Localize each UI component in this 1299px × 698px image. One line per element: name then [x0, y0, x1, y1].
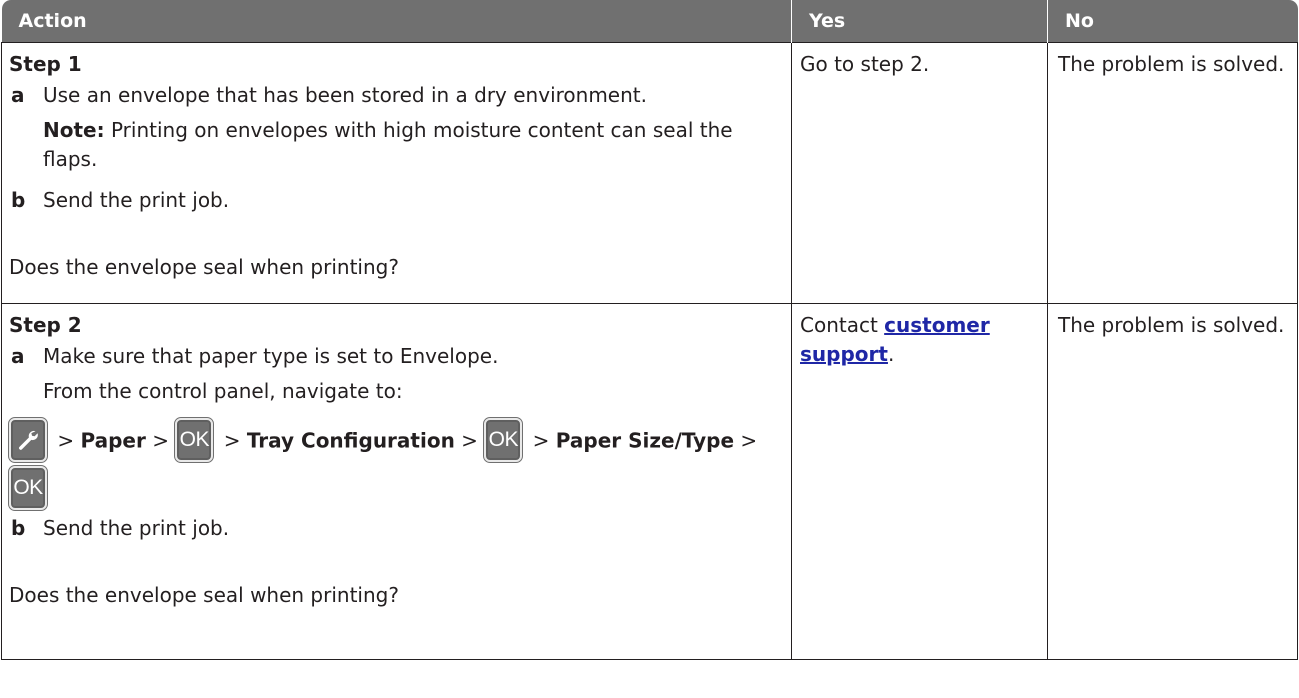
table-header-row: Action Yes No: [1, 0, 1298, 43]
navigation-path: > Paper > OK > Tray Configuration > OK >…: [8, 417, 781, 514]
substep-letter: a: [11, 344, 25, 368]
note-label: Note:: [43, 118, 105, 142]
substep-letter: a: [11, 83, 25, 107]
action-cell-step-2: Step 2 a Make sure that paper type is se…: [1, 303, 792, 660]
header-action: Action: [1, 0, 792, 43]
step-2-question: Does the envelope seal when printing?: [9, 583, 399, 607]
path-separator: >: [217, 428, 247, 453]
step-1-question: Does the envelope seal when printing?: [9, 255, 399, 279]
step-2-substep-a: a Make sure that paper type is set to En…: [9, 342, 781, 412]
note-text: Printing on envelopes with high moisture…: [43, 118, 733, 171]
step-1-yes-text: Go to step 2.: [800, 52, 930, 76]
yes-cell-step-2: Contact customer support.: [791, 303, 1048, 660]
path-separator: >: [51, 428, 81, 453]
step-1-title: Step 1: [9, 52, 82, 76]
step-2-a-text-2: From the control panel, navigate to:: [43, 379, 403, 403]
substep-letter: b: [11, 516, 26, 540]
path-separator: >: [454, 428, 485, 453]
menu-paper-size-type: Paper Size/Type: [555, 428, 735, 453]
ok-button-icon: OK: [174, 417, 215, 463]
step-2-title: Step 2: [9, 313, 82, 337]
menu-tray-configuration: Tray Configuration: [246, 428, 455, 453]
step-1-note: Note: Printing on envelopes with high mo…: [43, 116, 781, 174]
no-cell-step-2: The problem is solved.: [1047, 303, 1298, 660]
action-cell-step-1: Step 1 a Use an envelope that has been s…: [1, 42, 792, 304]
step-1-a-text: Use an envelope that has been stored in …: [43, 83, 647, 107]
substep-letter: b: [11, 188, 26, 212]
step-2-yes-suffix: .: [887, 342, 895, 366]
path-separator: >: [526, 428, 556, 453]
step-2-substep-b: b Send the print job.: [9, 514, 781, 543]
header-yes: Yes: [791, 0, 1048, 43]
no-cell-step-1: The problem is solved.: [1047, 42, 1298, 304]
menu-paper: Paper: [80, 428, 146, 453]
step-1-substep-a: a Use an envelope that has been stored i…: [9, 81, 781, 180]
step-2-b-text: Send the print job.: [43, 516, 230, 540]
path-separator: >: [734, 428, 758, 453]
header-no: No: [1047, 0, 1298, 43]
step-2-yes-prefix: Contact: [800, 313, 885, 337]
ok-button-icon: OK: [8, 465, 48, 511]
table-row-step-2: Step 2 a Make sure that paper type is se…: [1, 303, 1298, 660]
troubleshooting-table: Action Yes No Step 1 a Use an envelope t…: [1, 0, 1298, 660]
wrench-icon: [8, 417, 48, 463]
step-2-no-text: The problem is solved.: [1058, 313, 1285, 337]
path-separator: >: [145, 428, 176, 453]
table-row-step-1: Step 1 a Use an envelope that has been s…: [1, 42, 1298, 304]
step-2-a-text: Make sure that paper type is set to Enve…: [43, 344, 499, 368]
yes-cell-step-1: Go to step 2.: [791, 42, 1048, 304]
step-1-b-text: Send the print job.: [43, 188, 230, 212]
ok-button-icon: OK: [483, 417, 524, 463]
step-1-substep-b: b Send the print job.: [9, 186, 781, 215]
step-1-no-text: The problem is solved.: [1058, 52, 1285, 76]
